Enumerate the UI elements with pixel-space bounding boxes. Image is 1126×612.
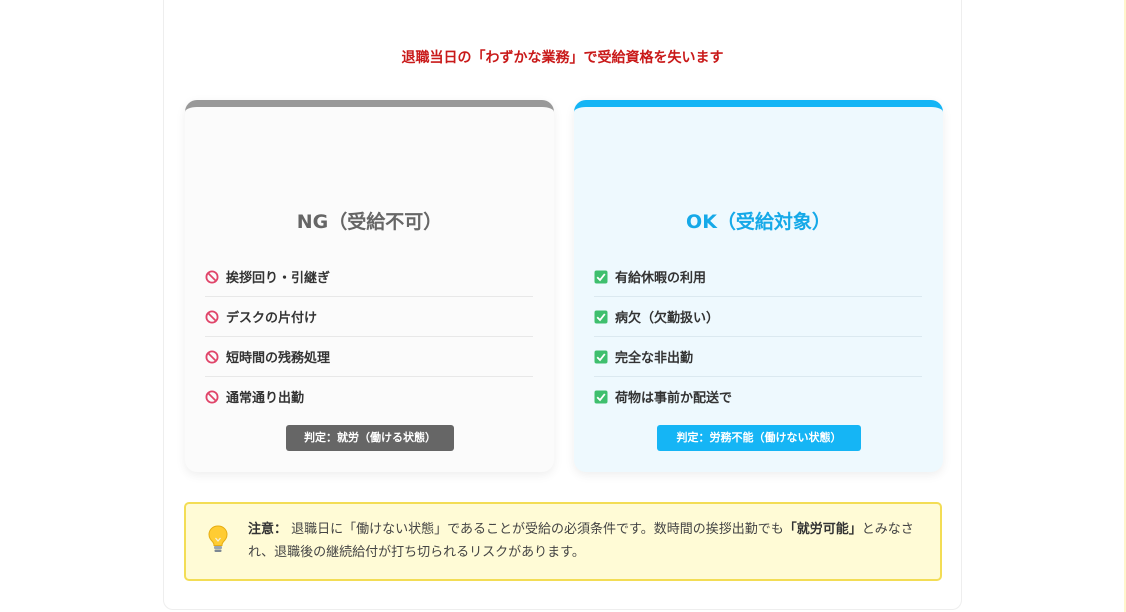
ok-panel-title: OK（受給対象） <box>686 211 831 233</box>
note-emphasis: 「就労可能」 <box>783 522 862 537</box>
caution-note: 注意： 退職日に「働けない状態」であることが受給の必須条件です。数時間の挨拶出勤… <box>184 502 942 581</box>
prohibited-icon <box>205 270 219 283</box>
list-item: 荷物は事前か配送で <box>594 377 922 416</box>
list-item-label: デスクの片付け <box>226 311 318 326</box>
ng-panel: NG（受給不可） 挨拶回り・引継ぎ デスクの片付け 短時間の残務処理 通常通り出… <box>185 100 554 472</box>
list-item: デスクの片付け <box>205 297 533 337</box>
ok-verdict-badge: 判定：労務不能（働けない状態） <box>657 425 861 451</box>
ok-panel: OK（受給対象） 有給休暇の利用 病欠（欠勤扱い） 完全な非出勤 荷物は事前か配… <box>574 100 943 472</box>
list-item-label: 通常通り出勤 <box>226 391 305 406</box>
prohibited-icon <box>205 390 219 403</box>
headline: 退職当日の「わずかな業務」で受給資格を失います <box>401 50 724 66</box>
ok-item-list: 有給休暇の利用 病欠（欠勤扱い） 完全な非出勤 荷物は事前か配送で <box>594 257 922 416</box>
list-item-label: 完全な非出勤 <box>615 351 694 366</box>
content-card: 退職当日の「わずかな業務」で受給資格を失います NG（受給不可） 挨拶回り・引継… <box>163 0 962 610</box>
list-item: 病欠（欠勤扱い） <box>594 297 922 337</box>
check-box-icon <box>594 310 608 323</box>
list-item-label: 病欠（欠勤扱い） <box>615 311 720 326</box>
check-box-icon <box>594 390 608 403</box>
ng-item-list: 挨拶回り・引継ぎ デスクの片付け 短時間の残務処理 通常通り出勤 <box>205 257 533 416</box>
check-box-icon <box>594 350 608 363</box>
list-item-label: 荷物は事前か配送で <box>615 391 733 406</box>
list-item-label: 有給休暇の利用 <box>615 271 707 286</box>
list-item-label: 挨拶回り・引継ぎ <box>226 271 331 286</box>
list-item: 完全な非出勤 <box>594 337 922 377</box>
list-item: 通常通り出勤 <box>205 377 533 416</box>
note-body-1: 退職日に「働けない状態」であることが受給の必須条件です。数時間の挨拶出勤でも <box>291 522 784 537</box>
check-box-icon <box>594 270 608 283</box>
prohibited-icon <box>205 350 219 363</box>
ng-verdict-badge: 判定：就労（働ける状態） <box>286 425 454 451</box>
lightbulb-icon <box>208 525 228 552</box>
prohibited-icon <box>205 310 219 323</box>
list-item: 短時間の残務処理 <box>205 337 533 377</box>
note-text: 注意： 退職日に「働けない状態」であることが受給の必須条件です。数時間の挨拶出勤… <box>248 518 928 564</box>
list-item-label: 短時間の残務処理 <box>226 351 331 366</box>
note-label: 注意： <box>248 522 288 537</box>
list-item: 挨拶回り・引継ぎ <box>205 257 533 297</box>
ng-panel-title: NG（受給不可） <box>296 211 443 233</box>
list-item: 有給休暇の利用 <box>594 257 922 297</box>
